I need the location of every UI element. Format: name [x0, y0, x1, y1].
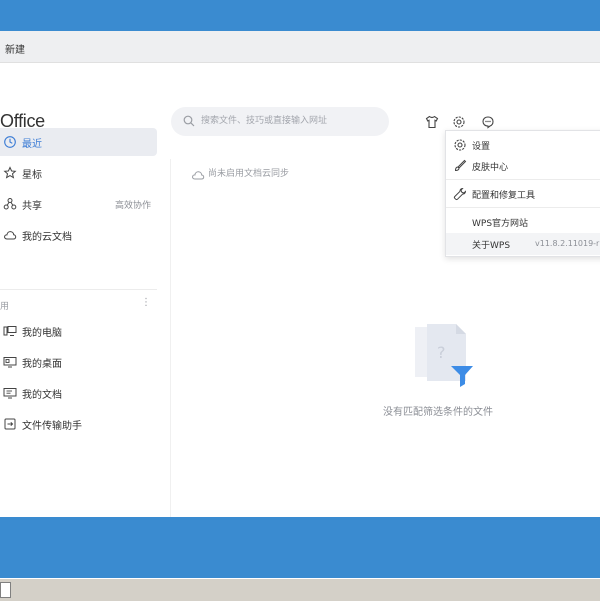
menu-item-label: WPS官方网站	[472, 219, 529, 229]
menu-item-label: 关于WPS	[472, 241, 511, 251]
taskbar	[0, 578, 600, 601]
brush-icon	[454, 159, 467, 172]
sidebar-item-my-documents[interactable]: 我的文档	[0, 379, 157, 407]
menu-item-label: 设置	[472, 142, 491, 152]
section-label: 用	[0, 302, 10, 312]
file-transfer-icon	[4, 418, 16, 430]
collaboration-link[interactable]: 高效协作	[115, 198, 151, 211]
sidebar-item-label: 我的云文档	[22, 232, 72, 243]
settings-gear-icon[interactable]	[452, 115, 466, 129]
sidebar-item-label: 文件传输助手	[22, 421, 82, 432]
menu-item-label: 配置和修复工具	[472, 191, 536, 201]
settings-dropdown-menu: 设置 皮肤中心 配置和修复工具 WPS官方网站 关于WPS v11.8.2.11…	[445, 130, 600, 257]
skin-shirt-icon[interactable]	[425, 115, 439, 129]
search-icon	[183, 115, 195, 127]
wrench-icon	[453, 187, 467, 201]
sidebar-item-label: 共享	[22, 201, 42, 212]
taskbar-button[interactable]	[0, 582, 11, 598]
cloud-icon	[4, 231, 17, 240]
menu-item-label: 皮肤中心	[472, 163, 509, 173]
sidebar-item-my-computer[interactable]: 我的电脑	[0, 317, 157, 345]
sidebar-item-label: 我的文档	[22, 390, 62, 401]
share-icon	[3, 198, 17, 210]
wps-office-window: 新建 Office 最近 星标	[0, 31, 600, 517]
version-text: v11.8.2.11019-r	[535, 239, 600, 248]
menu-separator	[446, 207, 600, 208]
menu-item-about-wps[interactable]: 关于WPS v11.8.2.11019-r	[446, 233, 600, 255]
sidebar-item-label: 星标	[22, 170, 42, 181]
sidebar-item-label: 我的桌面	[22, 359, 62, 370]
sidebar-item-starred[interactable]: 星标	[0, 159, 157, 187]
documents-icon	[3, 388, 17, 399]
sidebar-item-label: 我的电脑	[22, 328, 62, 339]
cloud-sync-text: 尚未启用文档云同步	[208, 169, 290, 179]
section-more-button[interactable]: ⋮	[141, 297, 151, 308]
empty-state-text: 没有匹配筛选条件的文件	[383, 407, 493, 418]
sidebar-item-label: 最近	[22, 139, 42, 150]
new-tab[interactable]: 新建	[5, 41, 25, 56]
sidebar-separator	[170, 159, 171, 517]
gear-icon	[454, 139, 466, 151]
star-icon	[3, 166, 17, 179]
search-bar[interactable]	[171, 107, 389, 136]
computer-icon	[3, 326, 17, 336]
cloud-sync-icon	[192, 171, 205, 180]
menu-separator	[446, 179, 600, 180]
sidebar-item-recent[interactable]: 最近	[0, 128, 157, 156]
svg-text:?: ?	[437, 343, 446, 362]
desktop-icon	[3, 357, 17, 368]
sidebar-divider	[0, 289, 157, 290]
cloud-sync-status[interactable]: 尚未启用文档云同步	[191, 166, 289, 185]
menu-item-settings[interactable]: 设置	[446, 134, 600, 156]
menu-item-official-website[interactable]: WPS官方网站	[446, 211, 600, 233]
menu-item-repair-tool[interactable]: 配置和修复工具	[446, 183, 600, 205]
title-bar: 新建	[0, 31, 600, 63]
sidebar-item-shared[interactable]: 共享 高效协作	[0, 190, 157, 218]
clock-icon	[4, 136, 16, 148]
sidebar-item-file-transfer[interactable]: 文件传输助手	[0, 410, 157, 438]
search-input[interactable]	[201, 111, 381, 131]
menu-item-skin-center[interactable]: 皮肤中心	[446, 155, 600, 177]
sidebar-item-my-desktop[interactable]: 我的桌面	[0, 348, 157, 376]
empty-files-illustration-icon: ?	[415, 324, 473, 387]
feedback-chat-icon[interactable]	[481, 115, 495, 129]
sidebar-item-cloud-docs[interactable]: 我的云文档	[0, 221, 157, 249]
